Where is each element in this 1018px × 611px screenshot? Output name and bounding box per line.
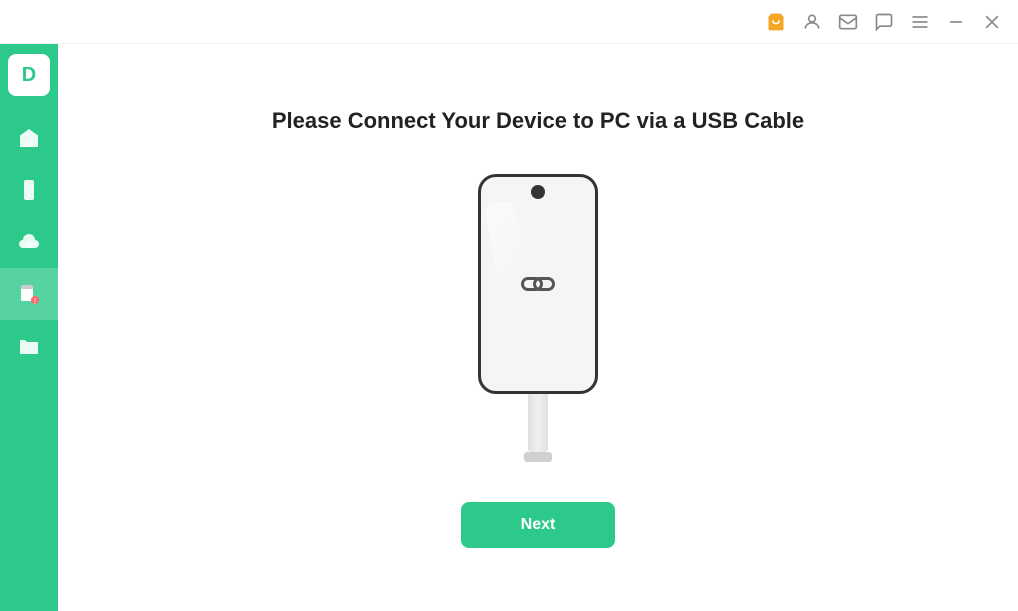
sidebar-item-home[interactable] <box>0 112 58 164</box>
sidebar: D ! <box>0 44 58 611</box>
chain-right <box>533 277 555 291</box>
chain-link <box>521 277 555 291</box>
phone-vol-btn2 <box>478 252 480 274</box>
sidebar-item-files[interactable] <box>0 320 58 372</box>
content-area: Please Connect Your Device to PC via a U… <box>58 44 1018 611</box>
minimize-button[interactable] <box>942 8 970 36</box>
page-title: Please Connect Your Device to PC via a U… <box>272 108 804 134</box>
sidebar-item-backup[interactable] <box>0 216 58 268</box>
link-icon <box>521 277 555 291</box>
svg-text:!: ! <box>34 297 36 306</box>
phone-screen-highlight <box>484 200 527 284</box>
app-logo[interactable]: D <box>8 54 50 96</box>
menu-icon[interactable] <box>906 8 934 36</box>
titlebar <box>0 0 1018 44</box>
main-layout: D ! Please Connect Your Device to PC via… <box>0 44 1018 611</box>
sidebar-item-device[interactable] <box>0 164 58 216</box>
phone-power-btn <box>596 232 598 262</box>
sidebar-item-repair[interactable]: ! <box>0 268 58 320</box>
titlebar-icons <box>762 8 1006 36</box>
phone-notch <box>531 185 545 199</box>
phone-body <box>478 174 598 394</box>
phone-illustration <box>478 174 598 462</box>
usb-cable <box>528 392 548 452</box>
chat-icon[interactable] <box>870 8 898 36</box>
next-button[interactable]: Next <box>461 502 616 548</box>
mail-icon[interactable] <box>834 8 862 36</box>
shop-icon[interactable] <box>762 8 790 36</box>
usb-connector <box>524 452 552 462</box>
close-button[interactable] <box>978 8 1006 36</box>
user-icon[interactable] <box>798 8 826 36</box>
phone-vol-btn1 <box>478 222 480 244</box>
